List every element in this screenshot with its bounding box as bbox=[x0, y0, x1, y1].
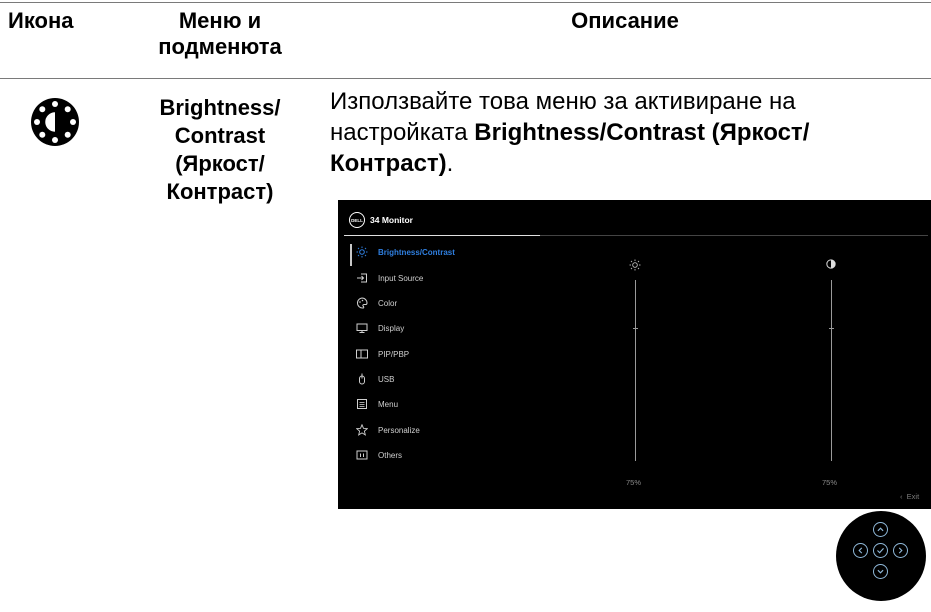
brightness-slider-track[interactable] bbox=[635, 280, 636, 461]
description-text: Използвайте това меню за активиране на н… bbox=[330, 86, 920, 179]
joystick-right-button[interactable] bbox=[893, 543, 908, 558]
chevron-left-icon: ‹ bbox=[900, 492, 903, 501]
osd-screenshot: DELL 34 Monitor Brightness/Contrast Inpu… bbox=[338, 200, 931, 509]
osd-title-underline bbox=[344, 235, 540, 236]
menu-name-line: Contrast bbox=[174, 123, 266, 148]
brightness-slider-handle[interactable] bbox=[633, 328, 638, 329]
color-palette-icon bbox=[356, 297, 368, 309]
osd-menu-label: PIP/PBP bbox=[378, 349, 410, 359]
osd-menu-label: Color bbox=[378, 298, 398, 308]
osd-menu-label: Input Source bbox=[378, 273, 424, 283]
usb-icon bbox=[359, 373, 365, 385]
header-icon: Икона bbox=[8, 8, 74, 33]
others-icon bbox=[356, 450, 368, 460]
table-header-rule bbox=[0, 78, 931, 79]
osd-menu-label: Display bbox=[378, 323, 405, 333]
sun-icon bbox=[629, 259, 641, 271]
osd-menu-label: Brightness/Contrast bbox=[378, 247, 455, 257]
exit-hint[interactable]: ‹ Exit bbox=[900, 492, 919, 501]
chevron-left-icon bbox=[858, 547, 863, 554]
osd-menu-item-input-source[interactable]: Input Source bbox=[356, 271, 423, 285]
osd-menu-item-brightness-contrast[interactable]: Brightness/Contrast bbox=[356, 245, 455, 259]
brightness-contrast-icon bbox=[30, 97, 80, 147]
joystick-left-button[interactable] bbox=[853, 543, 868, 558]
header-description: Описание bbox=[571, 8, 679, 33]
menu-name-line: Brightness/ bbox=[159, 95, 281, 120]
menu-name-line: Контраст) bbox=[166, 179, 274, 204]
brightness-value: 75% bbox=[626, 478, 642, 487]
table-top-rule bbox=[0, 2, 931, 3]
osd-menu-label: Personalize bbox=[378, 425, 420, 435]
selection-indicator bbox=[350, 244, 352, 266]
display-icon bbox=[356, 323, 368, 333]
contrast-slider-track[interactable] bbox=[831, 280, 832, 461]
header-menu-line2: подменюта bbox=[158, 34, 282, 59]
osd-menu-label: USB bbox=[378, 374, 395, 384]
osd-menu-item-others[interactable]: Others bbox=[356, 448, 402, 462]
chevron-down-icon bbox=[877, 569, 884, 574]
joystick-ok-button[interactable] bbox=[873, 543, 888, 558]
contrast-slider-handle[interactable] bbox=[829, 328, 834, 329]
joystick-control bbox=[836, 511, 926, 601]
contrast-icon bbox=[826, 259, 836, 269]
menu-icon bbox=[357, 399, 367, 409]
osd-divider bbox=[540, 235, 928, 236]
star-icon bbox=[356, 424, 368, 436]
header-menu-line1: Меню и bbox=[178, 8, 262, 33]
exit-label: Exit bbox=[906, 492, 920, 501]
osd-menu-item-pip-pbp[interactable]: PIP/PBP bbox=[356, 347, 409, 361]
checkmark-icon bbox=[877, 547, 884, 554]
osd-menu-label: Others bbox=[378, 450, 403, 460]
osd-menu-item-usb[interactable]: USB bbox=[356, 372, 394, 386]
osd-menu-label: Menu bbox=[378, 399, 399, 409]
chevron-up-icon bbox=[877, 527, 884, 532]
joystick-down-button[interactable] bbox=[873, 564, 888, 579]
header-menu: Меню и подменюта bbox=[120, 8, 320, 60]
osd-menu-item-personalize[interactable]: Personalize bbox=[356, 423, 420, 437]
menu-name: Brightness/ Contrast (Яркост/ Контраст) bbox=[120, 94, 320, 206]
input-source-icon bbox=[357, 273, 367, 283]
description-suffix: . bbox=[446, 150, 454, 177]
dell-logo: DELL bbox=[349, 212, 365, 228]
sun-icon bbox=[356, 246, 368, 258]
osd-menu-item-color[interactable]: Color bbox=[356, 296, 397, 310]
contrast-value: 75% bbox=[822, 478, 838, 487]
osd-menu-item-menu[interactable]: Menu bbox=[356, 397, 398, 411]
osd-menu-item-display[interactable]: Display bbox=[356, 321, 404, 335]
menu-name-line: (Яркост/ bbox=[175, 151, 265, 176]
pip-pbp-icon bbox=[356, 349, 368, 359]
chevron-right-icon bbox=[898, 547, 903, 554]
osd-title: 34 Monitor bbox=[370, 215, 413, 225]
joystick-up-button[interactable] bbox=[873, 522, 888, 537]
